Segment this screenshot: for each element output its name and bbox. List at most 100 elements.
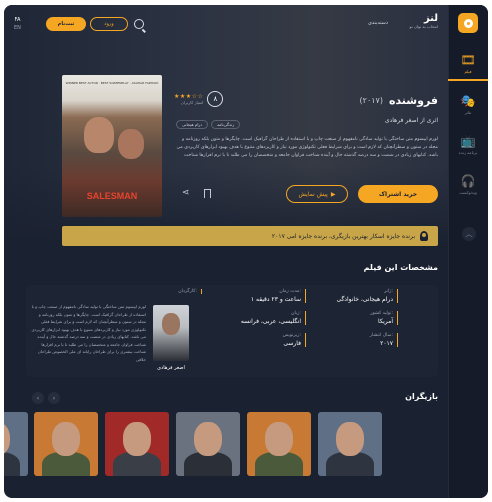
sidebar-item-label: برنامه زنده bbox=[458, 149, 478, 155]
spec-value: ۲۰۱۷ bbox=[380, 340, 393, 347]
film-icon: 🎞 bbox=[460, 52, 476, 67]
director-name[interactable]: اصغر فرهادی bbox=[150, 365, 192, 371]
chevron-right-icon[interactable]: › bbox=[48, 392, 60, 404]
sidebar-item-film[interactable]: 🎞 فیلم bbox=[448, 47, 488, 81]
login-button[interactable]: ورود bbox=[90, 17, 128, 31]
subscribe-button[interactable]: خرید اشتراک bbox=[358, 185, 438, 203]
cast-card[interactable] bbox=[34, 412, 98, 476]
film-year: (۲۰۱۷) bbox=[359, 96, 383, 105]
cast-photo-face bbox=[194, 422, 222, 456]
genre-chips: درام هیجانی زندگی‌نامه bbox=[176, 120, 241, 129]
spec-year: سال انتشار: ۲۰۱۷ bbox=[328, 333, 398, 347]
spec-genre: ژانر: درام هیجانی، خانوادگی bbox=[328, 289, 398, 303]
star-rating-icon: ★★★☆☆ bbox=[174, 93, 204, 100]
award-banner: برنده جایزه اسکار بهترین بازیگری، برنده … bbox=[62, 226, 438, 246]
theater-icon: 🎭 bbox=[460, 93, 476, 108]
cast-photo-body bbox=[4, 452, 20, 476]
chevron-up-icon[interactable]: ︿ bbox=[462, 227, 476, 241]
spec-label: زبان: bbox=[291, 311, 301, 316]
spec-label: تولید کشور: bbox=[370, 311, 393, 316]
play-icon: ▶ bbox=[330, 190, 336, 198]
specs-column: ژانر: درام هیجانی، خانوادگی تولید کشور: … bbox=[328, 289, 398, 355]
poster-text: WINNER BEST ACTOR · BEST SCREENPLAY · AS… bbox=[65, 81, 159, 85]
spec-label: سال انتشار: bbox=[369, 333, 393, 338]
signup-button[interactable]: ثبت‌نام bbox=[46, 17, 86, 31]
cast-card[interactable] bbox=[247, 412, 311, 476]
bookmark-icon[interactable] bbox=[204, 189, 211, 198]
film-poster: WINNER BEST ACTOR · BEST SCREENPLAY · AS… bbox=[62, 75, 162, 217]
spec-label: کارگردان: bbox=[178, 289, 197, 294]
director-photo[interactable] bbox=[153, 305, 189, 361]
cast-card[interactable] bbox=[318, 412, 382, 476]
poster-title: SALESMAN bbox=[86, 191, 138, 201]
spec-value: ۱ ساعت و ۲۳ دقیقه bbox=[250, 296, 301, 303]
film-synopsis: لورم ایپسوم متن ساختگی با تولید سادگی نا… bbox=[176, 137, 438, 158]
cast-card[interactable] bbox=[176, 412, 240, 476]
language-switch[interactable]: FA EN bbox=[14, 16, 21, 32]
cast-carousel bbox=[4, 412, 438, 476]
tv-icon: 📺 bbox=[460, 133, 476, 148]
brand-name: لنز bbox=[423, 13, 438, 24]
cast-card[interactable] bbox=[105, 412, 169, 476]
categories-menu[interactable]: دسته‌بندی bbox=[368, 20, 388, 26]
genre-chip[interactable]: زندگی‌نامه bbox=[211, 120, 241, 129]
spec-duration: مدت زمان: ۱ ساعت و ۲۳ دقیقه bbox=[226, 289, 306, 303]
search-icon[interactable] bbox=[134, 19, 144, 29]
director-bio: لورم ایپسوم متن ساختگی با تولید سادگی نا… bbox=[31, 304, 146, 362]
sidebar-item-label: ویدئوکست bbox=[459, 189, 477, 195]
award-text: برنده جایزه اسکار بهترین بازیگری، برنده … bbox=[271, 232, 415, 240]
sidebar-nav: 🎞 فیلم 🎭 تئاتر 📺 برنامه زنده 🎧 ویدئوکست bbox=[448, 47, 488, 207]
trailer-button[interactable]: پیش نمایش ▶ bbox=[286, 185, 348, 203]
cast-photo-face bbox=[336, 422, 364, 456]
spec-label: ژانر: bbox=[384, 289, 393, 294]
cast-photo-face bbox=[265, 422, 293, 456]
action-row: خرید اشتراک پیش نمایش ▶ ⋖ bbox=[174, 185, 438, 203]
cast-photo-face bbox=[123, 422, 151, 456]
sidebar-item-label: فیلم bbox=[464, 68, 472, 74]
score-badge: ۸ bbox=[207, 91, 224, 107]
trailer-label: پیش نمایش bbox=[298, 190, 328, 198]
spec-director: کارگردان: bbox=[142, 289, 202, 294]
spec-label: مدت زمان: bbox=[279, 289, 301, 294]
cast-carousel-nav: ‹ › bbox=[32, 392, 60, 404]
spec-label: زیرنویس: bbox=[282, 333, 301, 338]
sidebar-item-label: تئاتر bbox=[464, 109, 472, 115]
spec-value: انگلیسی، عربی، فرانسه bbox=[240, 318, 301, 325]
award-icon bbox=[420, 231, 428, 241]
sidebar: 🎞 فیلم 🎭 تئاتر 📺 برنامه زنده 🎧 ویدئوکست … bbox=[448, 5, 488, 498]
brand[interactable]: لنز انتخاب به توان تو bbox=[410, 13, 438, 29]
rating-stars-block: ★★★☆☆ امتیاز کاربران bbox=[174, 93, 203, 105]
top-bar: لنز انتخاب به توان تو دسته‌بندی ورود ثبت… bbox=[4, 5, 448, 41]
rating: ★★★☆☆ امتیاز کاربران ۸ bbox=[174, 91, 224, 107]
sidebar-item-live[interactable]: 📺 برنامه زنده bbox=[448, 127, 488, 161]
spec-value: فارسی bbox=[283, 340, 301, 347]
sidebar-item-podcast[interactable]: 🎧 ویدئوکست bbox=[448, 167, 488, 201]
spec-value: درام هیجانی، خانوادگی bbox=[336, 296, 393, 303]
app-frame: 🎞 فیلم 🎭 تئاتر 📺 برنامه زنده 🎧 ویدئوکست … bbox=[4, 5, 488, 498]
share-icon[interactable]: ⋖ bbox=[182, 188, 190, 198]
cast-card[interactable] bbox=[4, 412, 28, 476]
specs-column-director: کارگردان: bbox=[142, 289, 202, 302]
cast-photo-face bbox=[52, 422, 80, 456]
votes-label: امتیاز کاربران bbox=[180, 100, 204, 105]
main-content: لنز انتخاب به توان تو دسته‌بندی ورود ثبت… bbox=[4, 5, 448, 498]
spec-language: زبان: انگلیسی، عربی، فرانسه bbox=[226, 311, 306, 325]
brand-tagline: انتخاب به توان تو bbox=[409, 24, 438, 29]
film-title: فروشنده bbox=[388, 94, 438, 107]
specs-column: مدت زمان: ۱ ساعت و ۲۳ دقیقه زبان: انگلیس… bbox=[226, 289, 306, 355]
spec-subtitle: زیرنویس: فارسی bbox=[226, 333, 306, 347]
app-logo[interactable] bbox=[458, 13, 478, 33]
podcast-icon: 🎧 bbox=[460, 173, 476, 188]
lang-en[interactable]: EN bbox=[14, 24, 21, 32]
spec-country: تولید کشور: آمریکا bbox=[328, 311, 398, 325]
cast-title: بازیگران bbox=[405, 392, 438, 401]
genre-chip[interactable]: درام هیجانی bbox=[176, 120, 209, 129]
cast-photo-face bbox=[4, 422, 10, 456]
film-title-row: فروشنده (۲۰۱۷) bbox=[360, 94, 438, 107]
chevron-left-icon[interactable]: ‹ bbox=[32, 392, 44, 404]
specs-panel: ژانر: درام هیجانی، خانوادگی تولید کشور: … bbox=[26, 285, 438, 377]
sidebar-item-theater[interactable]: 🎭 تئاتر bbox=[448, 87, 488, 121]
director-line[interactable]: اثری از اصغر فرهادی bbox=[385, 117, 438, 124]
poster-face bbox=[84, 117, 114, 153]
lang-fa[interactable]: FA bbox=[14, 16, 21, 24]
